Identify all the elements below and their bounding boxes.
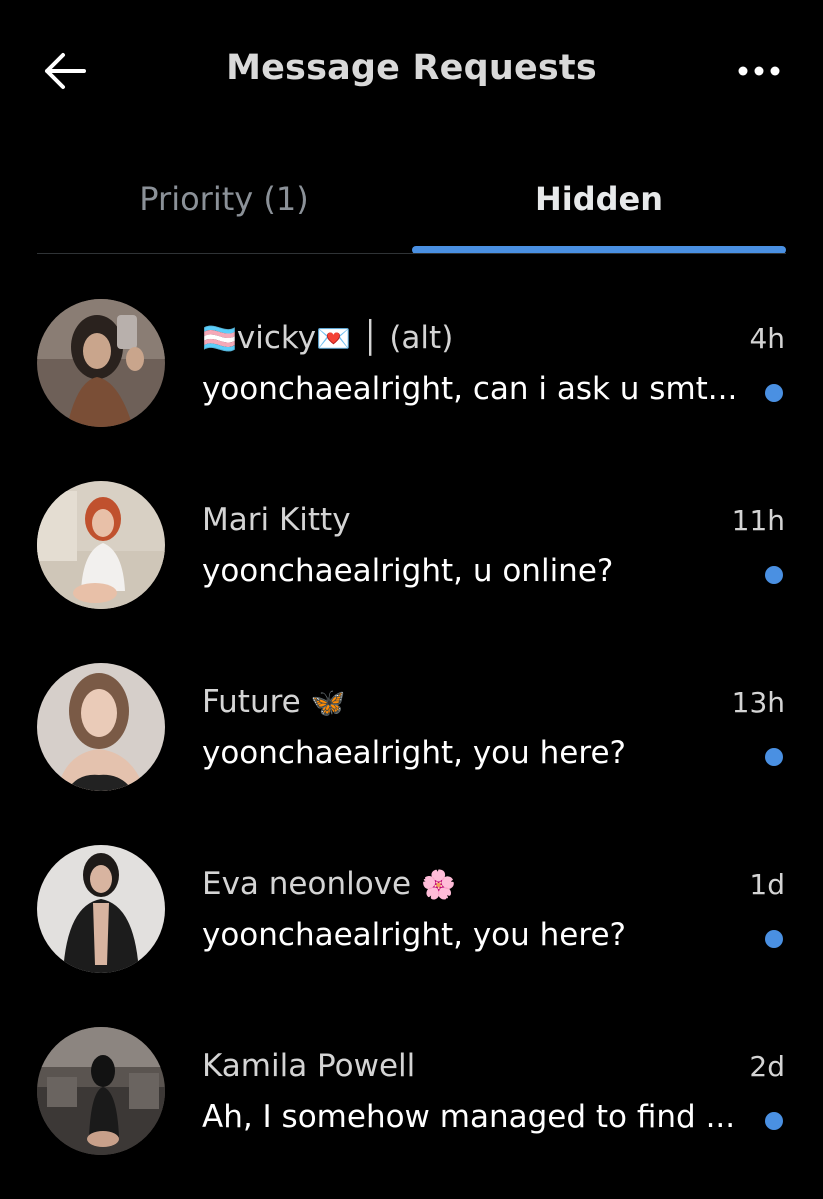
tab-hidden[interactable]: Hidden (412, 160, 786, 254)
timestamp: 11h (731, 504, 785, 537)
sender-name-text: Future (202, 684, 301, 720)
sender-name-text: vicky (236, 320, 317, 356)
timestamp: 4h (749, 322, 785, 355)
avatar[interactable] (37, 299, 165, 427)
tab-hidden-label: Hidden (534, 180, 664, 218)
list-item[interactable]: Kamila Powell 2d Ah, I somehow managed t… (0, 1000, 823, 1182)
sender-name: Mari Kitty (202, 502, 351, 538)
unread-dot-icon (765, 1112, 783, 1130)
avatar[interactable] (37, 481, 165, 609)
avatar[interactable] (37, 1027, 165, 1155)
sender-name: Kamila Powell (202, 1048, 415, 1084)
message-preview: yoonchaealright, you here? (202, 735, 626, 771)
message-preview: Ah, I somehow managed to find ... (202, 1099, 736, 1135)
tab-divider (37, 253, 786, 254)
timestamp: 2d (749, 1050, 785, 1083)
top-app-bar: Message Requests (0, 0, 823, 140)
timestamp: 13h (731, 686, 785, 719)
message-preview: yoonchaealright, can i ask u smt... (202, 371, 738, 407)
butterfly-icon: 🦋 (310, 686, 346, 719)
message-preview: yoonchaealright, you here? (202, 917, 626, 953)
sender-name-text: Kamila Powell (202, 1048, 416, 1084)
unread-dot-icon (765, 566, 783, 584)
more-horizontal-icon (738, 66, 780, 76)
timestamp: 1d (749, 868, 785, 901)
avatar[interactable] (37, 663, 165, 791)
avatar[interactable] (37, 845, 165, 973)
love-letter-icon: 💌 (316, 322, 351, 355)
sender-name-extra: │ (alt) (360, 320, 454, 356)
cherry-blossom-icon: 🌸 (420, 868, 456, 901)
transgender-flag-icon: 🏳️‍⚧️ (202, 322, 237, 355)
sender-name-text: Mari Kitty (202, 502, 351, 538)
sender-name: Future 🦋 (202, 684, 345, 720)
message-preview: yoonchaealright, u online? (202, 553, 614, 589)
sender-name: Eva neonlove 🌸 (202, 866, 456, 902)
tab-bar: Priority (1) Hidden (37, 160, 786, 254)
sender-name-text: Eva neonlove (202, 866, 412, 902)
sender-name: 🏳️‍⚧️vicky💌 │ (alt) (202, 320, 453, 356)
list-item[interactable]: Mari Kitty 11h yoonchaealright, u online… (0, 454, 823, 636)
list-item[interactable]: 🏳️‍⚧️vicky💌 │ (alt) 4h yoonchaealright, … (0, 272, 823, 454)
tab-priority-label: Priority (1) (139, 180, 309, 218)
list-item[interactable]: Eva neonlove 🌸 1d yoonchaealright, you h… (0, 818, 823, 1000)
more-options-button[interactable] (734, 56, 784, 86)
tab-priority[interactable]: Priority (1) (37, 160, 411, 254)
page-title: Message Requests (226, 48, 597, 88)
unread-dot-icon (765, 748, 783, 766)
unread-dot-icon (765, 930, 783, 948)
list-item[interactable]: Future 🦋 13h yoonchaealright, you here? (0, 636, 823, 818)
unread-dot-icon (765, 384, 783, 402)
